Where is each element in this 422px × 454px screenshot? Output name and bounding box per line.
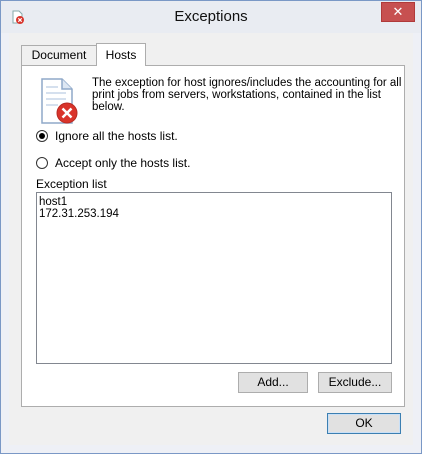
radio-button-checked[interactable] bbox=[36, 130, 48, 142]
radio-dot bbox=[39, 133, 45, 139]
hosts-tab-panel: The exception for host ignores/includes … bbox=[21, 65, 405, 407]
document-exception-icon bbox=[41, 78, 78, 124]
tab-hosts[interactable]: Hosts bbox=[96, 43, 146, 66]
window-title: Exceptions bbox=[174, 8, 248, 25]
exception-list-label: Exception list bbox=[36, 177, 107, 191]
exceptions-dialog: Exceptions ✕ Document title Hosts The ex… bbox=[0, 0, 422, 454]
close-button[interactable]: ✕ bbox=[381, 2, 415, 22]
list-item[interactable]: host1 bbox=[39, 196, 389, 208]
radio-button-unchecked[interactable] bbox=[36, 157, 48, 169]
radio-accept-label[interactable]: Accept only the hosts list. bbox=[55, 156, 190, 171]
ok-button[interactable]: OK bbox=[327, 413, 401, 434]
exclude-button[interactable]: Exclude... bbox=[318, 372, 392, 393]
radio-ignore-label[interactable]: Ignore all the hosts list. bbox=[55, 129, 178, 144]
tab-document-title[interactable]: Document title bbox=[21, 45, 97, 80]
title-bar[interactable]: Exceptions ✕ bbox=[1, 1, 421, 33]
dialog-body: Document title Hosts The exception for h… bbox=[9, 33, 413, 445]
exception-description: The exception for host ignores/includes … bbox=[92, 77, 402, 113]
exception-listbox[interactable]: host1 172.31.253.194 bbox=[36, 192, 392, 364]
list-item[interactable]: 172.31.253.194 bbox=[39, 208, 389, 220]
add-button[interactable]: Add... bbox=[238, 372, 308, 393]
